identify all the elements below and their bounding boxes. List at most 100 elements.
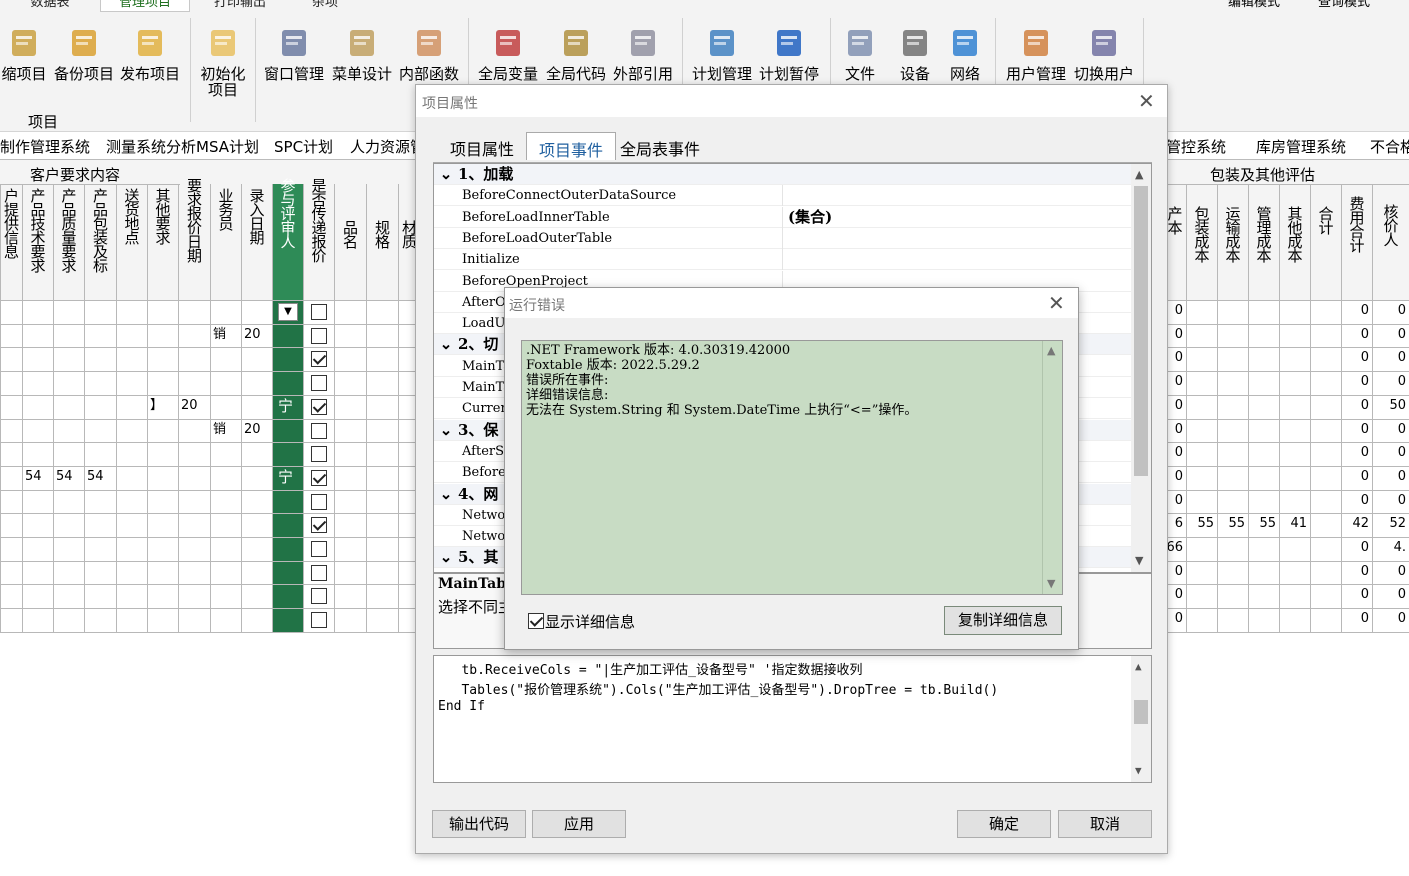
ribbon-button[interactable]: 全局代码 xyxy=(544,24,608,82)
column-header[interactable]: 包装成本 xyxy=(1194,206,1210,300)
row-checkbox[interactable] xyxy=(311,588,327,605)
column-header[interactable]: 品名 xyxy=(342,220,358,300)
table-cell[interactable]: 55 xyxy=(1248,514,1276,534)
module-tab[interactable]: 库房管理系统 xyxy=(1256,136,1346,157)
column-header[interactable]: 户提供信息 xyxy=(3,188,19,300)
table-cell[interactable]: 54 xyxy=(87,467,104,487)
row-checkbox[interactable] xyxy=(311,375,327,392)
table-cell[interactable]: 41 xyxy=(1279,514,1307,534)
scroll-thumb[interactable] xyxy=(1134,700,1148,724)
table-cell[interactable]: 0 xyxy=(1372,443,1406,463)
column-header[interactable]: 规格 xyxy=(374,220,390,300)
property-row[interactable]: BeforeConnectOuterDataSource xyxy=(434,185,1131,207)
ribbon-tab[interactable]: 杂项 xyxy=(290,0,360,12)
table-cell[interactable]: 52 xyxy=(1372,514,1406,534)
table-cell[interactable]: 0 xyxy=(1372,325,1406,345)
module-tab[interactable]: SPC计划 xyxy=(274,136,333,157)
table-cell[interactable]: 0 xyxy=(1372,562,1406,582)
table-cell[interactable]: 20 xyxy=(244,420,261,440)
column-header[interactable]: 产品质量要求 xyxy=(61,188,77,300)
ribbon-button[interactable]: 用户管理 xyxy=(1004,24,1068,82)
row-checkbox[interactable] xyxy=(311,612,327,629)
scroll-up-icon[interactable]: ▲ xyxy=(1047,344,1055,357)
table-cell[interactable]: 0 xyxy=(1372,348,1406,368)
ribbon-tab[interactable]: 打印输出 xyxy=(190,0,290,12)
dialog-close-icon[interactable]: ✕ xyxy=(1138,91,1155,111)
row-checkbox[interactable] xyxy=(311,351,327,368)
scroll-down-icon[interactable]: ▼ xyxy=(1047,577,1055,590)
table-cell[interactable]: 】 xyxy=(150,396,163,416)
row-checkbox[interactable] xyxy=(311,327,327,344)
ribbon-button[interactable]: 切换用户 xyxy=(1072,24,1136,82)
table-cell[interactable]: 0 xyxy=(1341,609,1369,629)
table-cell[interactable]: 0 xyxy=(1372,585,1406,605)
scroll-up-icon[interactable]: ▲ xyxy=(1135,168,1143,181)
ribbon-button[interactable]: 窗口管理 xyxy=(262,24,326,82)
show-details-checkbox[interactable] xyxy=(528,613,544,629)
table-cell[interactable]: 50 xyxy=(1372,396,1406,416)
row-checkbox[interactable] xyxy=(311,422,327,439)
table-cell[interactable]: 0 xyxy=(1372,609,1406,629)
table-cell[interactable]: 0 xyxy=(1372,301,1406,321)
ribbon-button[interactable]: 缩项目 xyxy=(0,24,48,82)
ok-button[interactable]: 确定 xyxy=(957,810,1051,838)
mode-link[interactable]: 查询模式 xyxy=(1318,0,1370,12)
ribbon-button[interactable]: 内部函数 xyxy=(398,24,460,82)
column-header[interactable]: 产本 xyxy=(1167,206,1183,300)
copy-details-button[interactable]: 复制详细信息 xyxy=(944,606,1062,635)
table-cell[interactable]: 0 xyxy=(1341,372,1369,392)
scroll-down-icon[interactable]: ▼ xyxy=(1135,764,1142,777)
table-cell[interactable]: 0 xyxy=(1372,420,1406,440)
row-checkbox[interactable] xyxy=(311,564,327,581)
ribbon-tab[interactable]: 管理项目 xyxy=(100,0,190,12)
table-cell[interactable]: 0 xyxy=(1372,491,1406,511)
ribbon-button[interactable]: 文件 xyxy=(840,24,880,82)
column-header[interactable]: 产品技术要求 xyxy=(30,188,46,300)
column-header[interactable]: 送货地点 xyxy=(124,188,140,300)
ribbon-button[interactable]: 初始化项目 xyxy=(196,24,250,98)
table-cell[interactable]: 20 xyxy=(244,325,261,345)
ribbon-button[interactable]: 全局变量 xyxy=(476,24,540,82)
scroll-thumb[interactable] xyxy=(1134,186,1148,476)
column-header[interactable]: 参与评审人 xyxy=(280,178,296,300)
property-scrollbar[interactable]: ▲ ▼ xyxy=(1131,164,1151,572)
table-cell[interactable]: 0 xyxy=(1341,443,1369,463)
property-category[interactable]: ⌄ 1、加载 xyxy=(434,164,1131,185)
module-tab[interactable]: 不合格 xyxy=(1370,136,1409,157)
column-header[interactable]: 核价人 xyxy=(1383,204,1399,300)
table-cell[interactable]: 0 xyxy=(1341,348,1369,368)
table-cell[interactable]: 销 xyxy=(213,420,226,440)
dropdown-icon[interactable]: ▼ xyxy=(278,303,298,321)
column-header[interactable]: 其他要求 xyxy=(155,188,171,300)
column-header[interactable]: 产品包装及标 xyxy=(92,188,108,300)
table-cell[interactable]: 宁 xyxy=(278,396,293,416)
table-cell[interactable]: 55 xyxy=(1186,514,1214,534)
mode-link[interactable]: 编辑模式 xyxy=(1228,0,1280,12)
property-value[interactable]: (集合) xyxy=(788,207,832,228)
ribbon-button[interactable]: 设备 xyxy=(895,24,935,82)
dialog-tab[interactable]: 全局表事件 xyxy=(608,132,712,160)
table-cell[interactable]: 0 xyxy=(1341,562,1369,582)
table-cell[interactable]: 0 xyxy=(1341,538,1369,558)
ribbon-button[interactable]: 网络 xyxy=(945,24,985,82)
module-tab[interactable]: 测量系统分析MSA计划 xyxy=(106,136,259,157)
column-header[interactable]: 录入日期 xyxy=(249,188,265,300)
table-cell[interactable]: 20 xyxy=(181,396,198,416)
module-tab[interactable]: 人力资源管 xyxy=(350,136,425,157)
code-scrollbar[interactable]: ▲ ▼ xyxy=(1131,656,1151,782)
property-row[interactable]: BeforeLoadInnerTable (集合) xyxy=(434,206,1131,228)
chevron-down-icon[interactable]: ⌄ xyxy=(434,547,458,568)
row-checkbox[interactable] xyxy=(311,493,327,510)
row-checkbox[interactable] xyxy=(311,469,327,486)
dialog-tab[interactable]: 项目属性 xyxy=(438,132,526,160)
property-row[interactable]: Initialize xyxy=(434,249,1131,271)
row-checkbox[interactable] xyxy=(311,517,327,534)
ribbon-button[interactable]: 计划管理 xyxy=(690,24,754,82)
dialog-tab[interactable]: 项目事件 xyxy=(526,132,617,160)
row-checkbox[interactable] xyxy=(311,541,327,557)
table-cell[interactable]: 0 xyxy=(1341,491,1369,511)
table-cell[interactable]: 0 xyxy=(1341,396,1369,416)
export-code-button[interactable]: 输出代码 xyxy=(432,810,526,838)
table-cell[interactable]: 0 xyxy=(1372,372,1406,392)
column-header[interactable]: 要求报价日期 xyxy=(186,178,202,300)
